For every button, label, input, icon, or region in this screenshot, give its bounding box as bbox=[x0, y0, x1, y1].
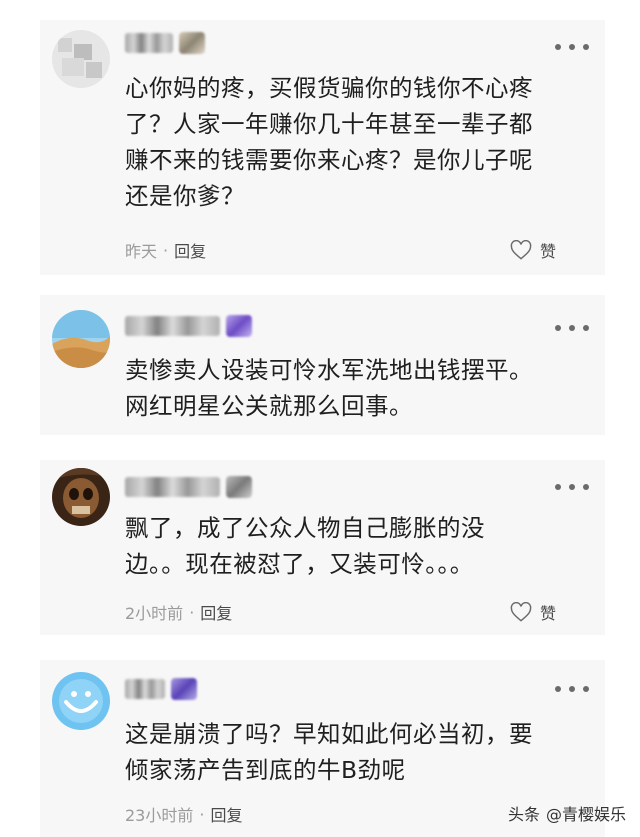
avatar[interactable] bbox=[52, 30, 110, 88]
avatar[interactable] bbox=[52, 468, 110, 526]
username[interactable] bbox=[125, 30, 205, 56]
comment-card: 卖惨卖人设装可怜水军洗地出钱摆平。 网红明星公关就那么回事。 bbox=[40, 295, 605, 435]
meta-separator: · bbox=[199, 804, 205, 824]
comment-text: 飘了，成了公众人物自己膨胀的没 边。。现在被怼了，又装可怜。。。 bbox=[125, 514, 485, 578]
watermark: 头条 @青樱娱乐 bbox=[508, 801, 626, 825]
reply-button[interactable]: 回复 bbox=[200, 600, 232, 624]
comment-card: 心你妈的疼，买假货骗你的钱你不心疼 了？人家一年赚你几十年甚至一辈子都 赚不来的… bbox=[40, 20, 605, 275]
badge-icon bbox=[226, 476, 252, 498]
username-blurred bbox=[125, 679, 165, 699]
heart-icon bbox=[510, 240, 532, 260]
like-label: 赞 bbox=[540, 242, 557, 261]
comment-meta: 2小时前 · 回复 bbox=[125, 600, 232, 624]
like-button[interactable]: 赞 bbox=[510, 238, 556, 262]
comment-text: 心你妈的疼，买假货骗你的钱你不心疼 了？人家一年赚你几十年甚至一辈子都 赚不来的… bbox=[125, 74, 533, 210]
reply-button[interactable]: 回复 bbox=[210, 802, 242, 826]
comment-time: 23小时前 bbox=[125, 806, 194, 825]
meta-separator: · bbox=[163, 240, 169, 260]
more-options-icon[interactable] bbox=[555, 683, 589, 695]
badge-icon bbox=[171, 678, 197, 700]
avatar[interactable] bbox=[52, 672, 110, 730]
comment-text: 这是崩溃了吗？早知如此何必当初，要 倾家荡产告到底的牛B劲呢 bbox=[125, 720, 533, 784]
comment-meta: 昨天 · 回复 bbox=[125, 238, 206, 262]
comment-card: 飘了，成了公众人物自己膨胀的没 边。。现在被怼了，又装可怜。。。 2小时前 · … bbox=[40, 460, 605, 635]
comment-time: 昨天 bbox=[125, 242, 158, 261]
meta-separator: · bbox=[189, 602, 195, 622]
avatar[interactable] bbox=[52, 310, 110, 368]
more-options-icon[interactable] bbox=[555, 322, 589, 334]
comment-meta: 23小时前 · 回复 bbox=[125, 802, 242, 826]
username-blurred bbox=[125, 316, 220, 336]
username[interactable] bbox=[125, 313, 252, 339]
watermark-source: 头条 bbox=[507, 805, 540, 824]
username-blurred bbox=[125, 477, 220, 497]
heart-icon bbox=[510, 602, 532, 622]
badge-icon bbox=[179, 32, 205, 54]
watermark-account: @青樱娱乐 bbox=[545, 805, 626, 824]
username[interactable] bbox=[125, 474, 252, 500]
comment-screenshot: 心你妈的疼，买假货骗你的钱你不心疼 了？人家一年赚你几十年甚至一辈子都 赚不来的… bbox=[0, 0, 640, 837]
like-label: 赞 bbox=[540, 604, 557, 623]
badge-icon bbox=[226, 315, 252, 337]
more-options-icon[interactable] bbox=[555, 41, 589, 53]
comment-time: 2小时前 bbox=[125, 604, 184, 623]
like-button[interactable]: 赞 bbox=[510, 600, 556, 624]
username[interactable] bbox=[125, 676, 197, 702]
reply-button[interactable]: 回复 bbox=[174, 238, 206, 262]
more-options-icon[interactable] bbox=[555, 481, 589, 493]
comment-text: 卖惨卖人设装可怜水军洗地出钱摆平。 网红明星公关就那么回事。 bbox=[125, 356, 533, 420]
username-blurred bbox=[125, 33, 173, 53]
